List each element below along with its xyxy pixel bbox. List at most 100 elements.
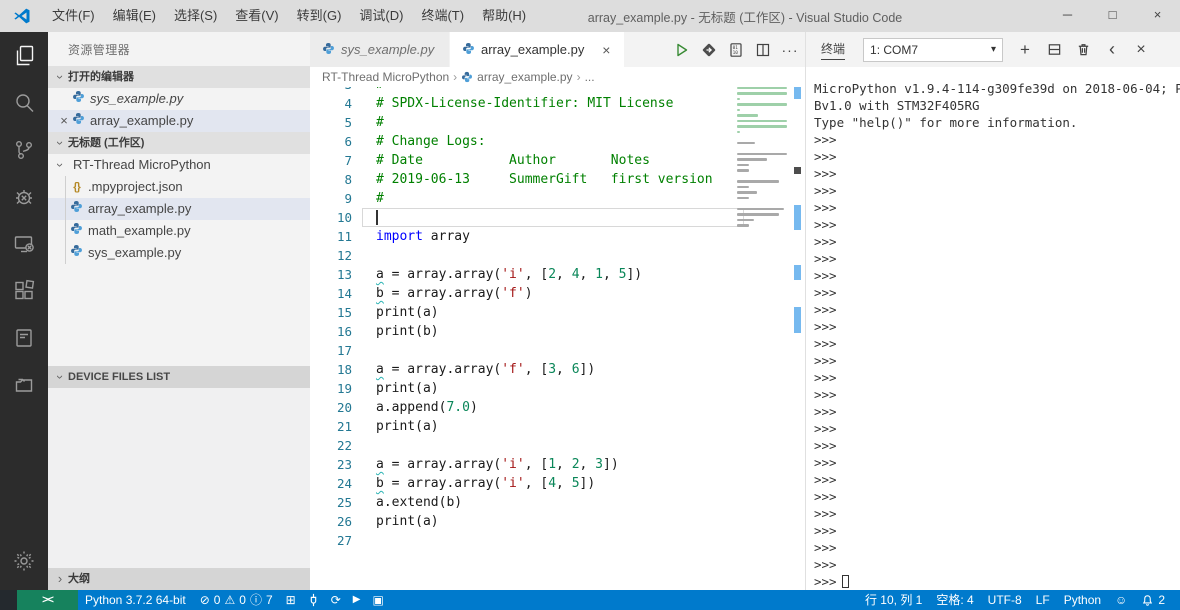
code-line[interactable]: 25 a.extend(b) (310, 493, 805, 512)
menu-item-1[interactable]: 编辑(E) (104, 0, 165, 32)
tree-file-item[interactable]: {} .mpyproject.json (48, 176, 310, 198)
settings-gear-icon[interactable] (0, 537, 48, 584)
code-line[interactable]: 22 (310, 436, 805, 455)
chevron-left-button[interactable]: ‹ (1104, 39, 1120, 59)
code-line[interactable]: 5 # (310, 113, 805, 132)
code-line[interactable]: 9 # (310, 189, 805, 208)
code-line[interactable]: 16 print(b) (310, 322, 805, 341)
code-line[interactable]: 19 print(a) (310, 379, 805, 398)
indentation-item[interactable]: 空格: 4 (929, 590, 980, 610)
open-editor-item[interactable]: × array_example.py (48, 110, 310, 132)
sync-icon[interactable]: ⟳ (325, 590, 347, 610)
device-files-header[interactable]: › DEVICE FILES LIST (48, 366, 310, 388)
breadcrumb-file[interactable]: array_example.py (477, 70, 572, 84)
close-icon[interactable]: × (56, 110, 72, 132)
workspace-header[interactable]: › 无标题 (工作区) (48, 132, 310, 154)
breadcrumb-more[interactable]: ... (585, 70, 595, 84)
menu-item-2[interactable]: 选择(S) (165, 0, 226, 32)
search-icon[interactable] (0, 79, 48, 126)
debug-icon[interactable] (0, 173, 48, 220)
run-icon[interactable]: ▶ (347, 590, 367, 610)
kill-terminal-trash-button[interactable] (1075, 42, 1091, 58)
new-terminal-button[interactable]: + (1017, 40, 1033, 59)
code-line[interactable]: 23 a = array.array('i', [1, 2, 3]) (310, 455, 805, 474)
code-line[interactable]: 3# (310, 87, 805, 94)
code-line[interactable]: 18 a = array.array('f', [3, 6]) (310, 360, 805, 379)
code-line[interactable]: 6 # Change Logs: (310, 132, 805, 151)
explorer-icon[interactable] (0, 32, 48, 79)
breadcrumb[interactable]: RT-Thread MicroPython › array_example.py… (310, 67, 805, 87)
code-line[interactable]: 14 b = array.array('f') (310, 284, 805, 303)
notifications-bell[interactable]: 2 (1134, 590, 1172, 610)
tab-array_example.py[interactable]: array_example.py × (450, 32, 626, 67)
problems-item[interactable]: ⊘ 0 ⚠ 0 ⓘ 7 (193, 590, 280, 610)
tree-file-item[interactable]: math_example.py (48, 220, 310, 242)
usb-plug-icon[interactable] (302, 590, 325, 610)
code-line[interactable]: 13 a = array.array('i', [2, 4, 1, 5]) (310, 265, 805, 284)
menu-item-5[interactable]: 调试(D) (350, 0, 412, 32)
eol-item[interactable]: LF (1029, 590, 1057, 610)
line-number: 5 (344, 115, 352, 130)
code-line[interactable]: 8 # 2019-06-13 SummerGift first version (310, 170, 805, 189)
outline-header[interactable]: › 大纲 (48, 568, 310, 590)
remote-device-icon[interactable] (0, 220, 48, 267)
tree-file-item[interactable]: array_example.py (48, 198, 310, 220)
source-control-icon[interactable] (0, 126, 48, 173)
output-notebook-icon[interactable] (0, 314, 48, 361)
code-line[interactable]: 7 # Date Author Notes (310, 151, 805, 170)
minimap[interactable] (733, 87, 793, 257)
breadcrumb-folder[interactable]: RT-Thread MicroPython (322, 70, 449, 84)
menu-item-0[interactable]: 文件(F) (43, 0, 104, 32)
run-file-button[interactable] (673, 41, 691, 59)
remote-connect-indicator[interactable]: >< (17, 590, 78, 610)
extensions-icon[interactable] (0, 267, 48, 314)
encoding-item[interactable]: UTF-8 (981, 590, 1029, 610)
code-line[interactable]: 26 print(a) (310, 512, 805, 531)
close-button[interactable]: × (1135, 0, 1180, 32)
code-line[interactable]: 12 (310, 246, 805, 265)
stop-icon[interactable]: ▣ (366, 590, 389, 610)
terminal-line: >>> (814, 573, 1180, 590)
code-line[interactable]: 27 (310, 531, 805, 550)
download-to-device-button[interactable] (700, 41, 718, 59)
code-line[interactable]: 15 print(a) (310, 303, 805, 322)
terminal-output[interactable]: MicroPython v1.9.4-114-g309fe39d on 2018… (806, 67, 1180, 590)
code-line[interactable]: 10 (310, 208, 805, 227)
split-editor-button[interactable] (754, 41, 772, 59)
code-line[interactable]: 20 a.append(7.0) (310, 398, 805, 417)
language-mode-item[interactable]: Python (1057, 590, 1108, 610)
open-editors-header[interactable]: › 打开的编辑器 (48, 66, 310, 88)
tree-file-item[interactable]: sys_example.py (48, 242, 310, 264)
cursor-position-item[interactable]: 行 10, 列 1 (858, 590, 929, 610)
menu-item-4[interactable]: 转到(G) (288, 0, 351, 32)
file-label: sys_example.py (88, 245, 182, 260)
menu-item-7[interactable]: 帮助(H) (473, 0, 535, 32)
code-editor[interactable]: 3#4# SPDX-License-Identifier: MIT Licens… (310, 87, 805, 590)
python-interpreter-item[interactable]: Python 3.7.2 64-bit (78, 590, 193, 610)
minimap-line (737, 152, 787, 156)
terminal-tab[interactable]: 终端 (821, 40, 846, 60)
more-actions-button[interactable]: ··· (781, 41, 799, 59)
binary-file-button[interactable]: 01 10 (727, 41, 745, 59)
terminal-select[interactable]: 1: COM7 ▾ (863, 37, 1004, 62)
minimize-button[interactable]: ─ (1045, 0, 1090, 32)
code-line[interactable]: 11 import array (310, 227, 805, 246)
terminal-panel-header: 终端 1: COM7 ▾ + ‹ × (806, 32, 1180, 67)
tab-sys_example.py[interactable]: sys_example.py (310, 32, 450, 67)
close-panel-button[interactable]: × (1133, 41, 1149, 58)
code-line[interactable]: 17 (310, 341, 805, 360)
code-line[interactable]: 4 # SPDX-License-Identifier: MIT License (310, 94, 805, 113)
device-folder-icon[interactable] (0, 361, 48, 408)
feedback-smiley-icon[interactable]: ☺ (1108, 590, 1134, 610)
code-line[interactable]: 21 print(a) (310, 417, 805, 436)
maximize-button[interactable]: □ (1090, 0, 1135, 32)
open-editor-item[interactable]: sys_example.py (48, 88, 310, 110)
code-line[interactable]: 24 b = array.array('i', [4, 5]) (310, 474, 805, 493)
add-box-icon[interactable]: ⊞ (280, 590, 302, 610)
menu-item-6[interactable]: 终端(T) (412, 0, 473, 32)
tree-folder-rt-thread[interactable]: › RT-Thread MicroPython (48, 154, 310, 176)
menu-item-3[interactable]: 查看(V) (226, 0, 287, 32)
split-terminal-button[interactable] (1046, 42, 1062, 58)
tab-label: array_example.py (481, 42, 585, 57)
close-icon[interactable]: × (598, 42, 614, 58)
